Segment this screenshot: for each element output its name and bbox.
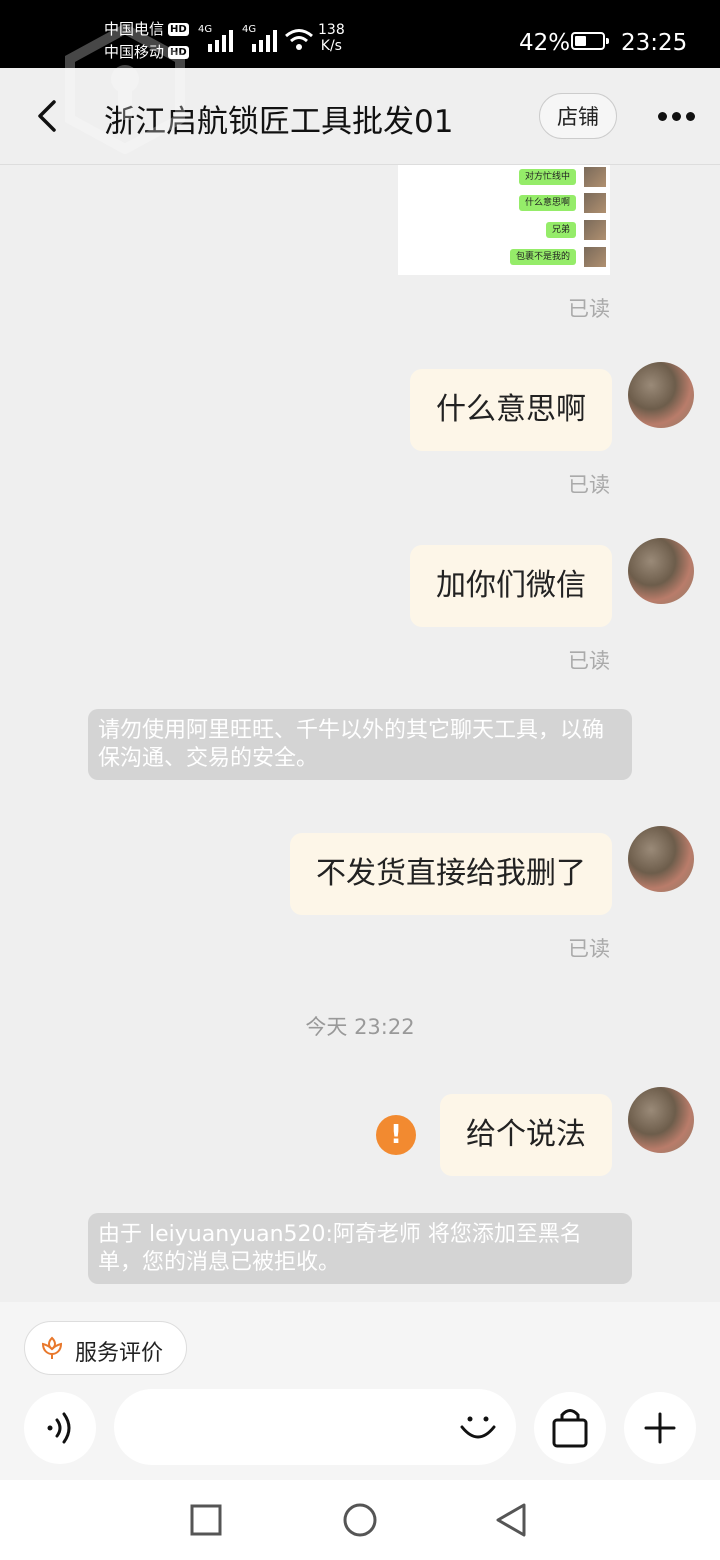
chat-header: 浙江启航锁匠工具批发01 店铺: [0, 68, 720, 165]
preview-text: 兄弟: [545, 222, 576, 238]
network-speed: 138 K/s: [318, 22, 345, 54]
message-input-box[interactable]: [114, 1389, 516, 1465]
avatar[interactable]: [628, 826, 694, 892]
error-icon[interactable]: !: [376, 1115, 416, 1155]
bottom-toolbar: 服务评价: [0, 1302, 720, 1480]
service-review-label: 服务评价: [75, 1341, 164, 1366]
flower-icon: [41, 1336, 63, 1359]
signal-icon: [208, 30, 233, 52]
image-message[interactable]: 对方忙线中 什么意思啊 兄弟 包裹不是我的: [398, 165, 610, 275]
system-nav-bar: [0, 1480, 720, 1560]
preview-text: 什么意思啊: [518, 195, 576, 211]
system-notice: 请勿使用阿里旺旺、千牛以外的其它聊天工具，以确保沟通、交易的安全。: [88, 709, 632, 780]
avatar[interactable]: [628, 362, 694, 428]
chat-area[interactable]: 对方忙线中 什么意思啊 兄弟 包裹不是我的 已读 什么意思啊 已读 加你们微信 …: [0, 165, 720, 1302]
message-input[interactable]: [138, 1407, 462, 1449]
status-bar: 中国电信 HD 中国移动 HD 4G 4G 138 K/s 42% 23:25: [0, 0, 720, 68]
signal-icon-2: [252, 30, 277, 52]
carrier-2: 中国移动 HD: [104, 43, 189, 61]
message-bubble[interactable]: 给个说法: [440, 1094, 612, 1176]
clock: 23:25: [621, 30, 688, 56]
voice-icon: [47, 1412, 71, 1444]
plus-button[interactable]: [624, 1392, 696, 1464]
timestamp: 今天 23:22: [305, 1015, 415, 1039]
avatar[interactable]: [628, 538, 694, 604]
back-icon[interactable]: [30, 98, 66, 134]
battery-fill: [575, 36, 586, 46]
carrier-1: 中国电信 HD: [104, 20, 189, 38]
store-button[interactable]: 店铺: [539, 93, 617, 139]
circle-icon[interactable]: [342, 1502, 378, 1538]
square-icon[interactable]: [190, 1504, 222, 1536]
plus-icon: [644, 1412, 676, 1444]
order-button[interactable]: [534, 1392, 606, 1464]
smile-icon[interactable]: [458, 1407, 498, 1447]
message-bubble[interactable]: 加你们微信: [410, 545, 612, 627]
avatar[interactable]: [628, 1087, 694, 1153]
triangle-back-icon[interactable]: [494, 1502, 528, 1538]
chat-title: 浙江启航锁匠工具批发01: [104, 104, 454, 140]
shopping-bag-icon: [552, 1409, 588, 1448]
read-status: 已读: [568, 297, 610, 321]
more-icon[interactable]: [656, 112, 696, 122]
message-bubble[interactable]: 不发货直接给我删了: [290, 833, 612, 915]
battery-percent: 42%: [519, 30, 571, 56]
read-status: 已读: [568, 649, 610, 673]
system-notice: 由于 leiyuanyuan520:阿奇老师 将您添加至黑名单，您的消息已被拒收…: [88, 1213, 632, 1284]
preview-text: 包裹不是我的: [509, 249, 576, 265]
message-bubble[interactable]: 什么意思啊: [410, 369, 612, 451]
battery-icon: [571, 32, 609, 50]
voice-button[interactable]: [24, 1392, 96, 1464]
wifi-icon: [285, 29, 313, 50]
preview-text: 对方忙线中: [518, 169, 576, 185]
service-review-button[interactable]: 服务评价: [24, 1321, 187, 1375]
read-status: 已读: [568, 473, 610, 497]
read-status: 已读: [568, 937, 610, 961]
